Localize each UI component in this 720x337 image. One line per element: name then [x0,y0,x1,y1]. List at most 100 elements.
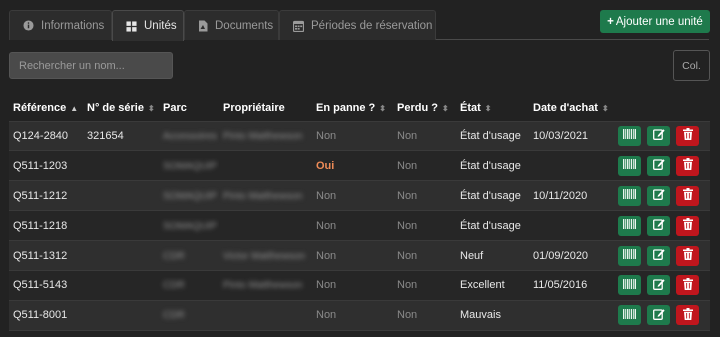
calendar-icon [293,20,304,32]
barcode-button[interactable] [618,245,641,266]
table-row: Q511-1203 SOMAQUIP Oui Non État d'usage [9,150,710,181]
table-row: Q511-1212 SOMAQUIP Pinto Matthewson Non … [9,180,710,211]
edit-icon [652,218,665,233]
edit-button[interactable] [647,185,670,206]
delete-button[interactable] [676,125,699,146]
edit-button[interactable] [647,215,670,236]
cell-broken: Non [316,249,337,262]
cell-state: État d'usage [460,189,521,202]
cell-park: SOMAQUIP [163,190,217,202]
cell-reference: Q511-8001 [13,309,68,322]
column-header-lost[interactable]: Perdu ? ⬍ [393,95,456,122]
delete-button[interactable] [676,305,699,326]
barcode-button[interactable] [618,215,641,236]
barcode-button[interactable] [618,155,641,176]
column-header-park[interactable]: Parc [159,95,219,122]
tab-label: Périodes de réservation [311,19,433,32]
column-header-state[interactable]: État ⬍ [456,95,529,122]
tab-unites[interactable]: Unités [112,10,184,41]
cell-owner: Pinto Matthewson [223,190,303,202]
sort-icon: ⬍ [379,103,386,113]
cell-serial [83,151,159,181]
cell-purchase-date: 01/09/2020 [533,249,589,262]
barcode-icon [623,219,636,232]
sort-icon: ⬍ [484,103,492,113]
cell-broken: Non [316,279,337,292]
cell-state: État d'usage [460,129,521,142]
trash-icon [682,218,693,233]
cell-reference: Q511-1312 [13,249,68,262]
cell-owner [219,151,312,181]
trash-icon [682,128,693,143]
delete-button[interactable] [676,155,699,176]
barcode-icon [623,189,636,202]
cell-serial [83,181,159,211]
cell-broken: Non [316,189,337,202]
cell-owner [219,300,312,330]
cell-lost: Non [397,189,418,202]
delete-button[interactable] [676,215,699,236]
cell-broken: Oui [316,159,335,172]
plus-icon: + [607,15,614,28]
columns-label: Col. [682,59,701,72]
units-table: Référence ▲ N° de série ⬍ Parc Propriétair… [9,95,710,331]
delete-button[interactable] [676,185,699,206]
columns-button[interactable]: Col. [673,50,710,81]
column-header-serial[interactable]: N° de série ⬍ [83,95,159,122]
cell-reference: Q511-1212 [13,189,68,202]
tab-documents[interactable]: Documents [184,10,279,40]
barcode-button[interactable] [618,275,641,296]
tab-informations[interactable]: Informations [9,10,112,40]
tab-label: Documents [215,19,274,32]
edit-button[interactable] [647,125,670,146]
cell-purchase-date [529,300,614,330]
barcode-button[interactable] [618,305,641,326]
column-header-owner[interactable]: Propriétaire [219,95,312,122]
search-input[interactable] [9,52,173,79]
cell-reference: Q511-5143 [13,279,68,292]
cell-purchase-date [529,211,614,241]
edit-button[interactable] [647,275,670,296]
edit-icon [652,248,665,263]
cell-lost: Non [397,219,418,232]
cell-actions [614,151,710,181]
cell-reference: Q124-2840 [13,129,69,142]
delete-button[interactable] [676,275,699,296]
cell-actions [614,211,710,241]
cell-lost: Non [397,129,418,142]
edit-button[interactable] [647,155,670,176]
column-header-purchase-date[interactable]: Date d'achat ⬍ [529,95,614,122]
barcode-button[interactable] [618,185,641,206]
edit-icon [652,158,665,173]
edit-icon [652,278,665,293]
table-row: Q511-1312 CDR Victor Matthewson Non Non … [9,240,710,271]
add-unit-button[interactable]: + Ajouter une unité [600,10,710,33]
cell-park: SOMAQUIP [163,160,217,172]
edit-button[interactable] [647,305,670,326]
edit-button[interactable] [647,245,670,266]
barcode-icon [623,278,636,292]
cell-owner: Victor Matthewson [223,250,306,262]
cell-actions [614,241,710,271]
edit-icon [652,308,665,323]
barcode-icon [623,249,636,262]
cell-purchase-date [529,151,614,181]
trash-icon [682,277,693,293]
tab-periodes[interactable]: Périodes de réservation [279,10,436,40]
cell-owner [219,211,312,241]
cell-park: CDR [163,250,185,262]
trash-icon [682,158,693,173]
edit-icon [652,188,665,203]
cell-serial [83,211,159,241]
column-header-reference[interactable]: Référence ▲ [9,95,83,122]
column-header-broken[interactable]: En panne ? ⬍ [312,95,393,122]
cell-lost: Non [397,309,418,322]
cell-state: État d'usage [460,159,521,172]
cell-reference: Q511-1203 [13,159,68,172]
barcode-button[interactable] [618,125,641,146]
delete-button[interactable] [676,245,699,266]
cell-owner: Pinto Matthewson [223,280,303,292]
cell-park: CDR [163,280,185,292]
table-row: Q511-8001 CDR Non Non Mauvais [9,300,710,331]
table-row: Q124-2840 321654 Accessoires Pinto Matth… [9,121,710,151]
